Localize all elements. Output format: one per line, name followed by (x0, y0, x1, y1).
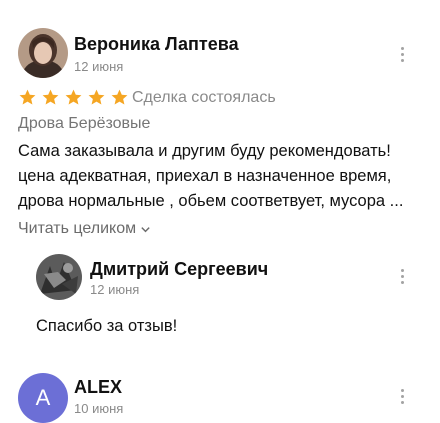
review-date: 12 июня (74, 59, 124, 74)
reply-date: 12 июня (90, 282, 140, 297)
reply-avatar[interactable] (36, 254, 82, 300)
star-icon (88, 89, 105, 105)
star-icon (19, 89, 36, 105)
avatar-photo (18, 28, 68, 78)
review-text-line: Сама заказывала и другим буду рекомендов… (18, 142, 391, 160)
read-more-label: Читать целиком (18, 220, 137, 237)
avatar[interactable] (18, 28, 68, 78)
star-icon (111, 89, 128, 105)
chevron-down-icon (141, 226, 150, 232)
avatar[interactable]: A (18, 373, 68, 423)
deal-status: Сделка состоялась (132, 89, 276, 106)
review-text-line: дрова нормальные , обьем соответвует, му… (18, 192, 404, 210)
review-more-menu-icon[interactable] (392, 386, 412, 406)
read-more-link[interactable]: Читать целиком (18, 220, 151, 238)
review-author-name[interactable]: Вероника Лаптева (74, 34, 239, 55)
review-text: Сама заказывала и другим буду рекомендов… (18, 139, 423, 214)
star-icon (65, 89, 82, 105)
review-text-line: цена адекватная, приехал в назначенное в… (18, 167, 392, 185)
avatar-photo (36, 254, 82, 300)
product-name: Дрова Берёзовые (18, 115, 151, 132)
rating-stars (18, 88, 129, 107)
reply-text: Спасибо за отзыв! (36, 317, 178, 335)
review-date: 10 июня (74, 401, 124, 416)
reply-more-menu-icon[interactable] (392, 266, 412, 286)
avatar-letter: A (35, 385, 51, 410)
star-icon (42, 89, 59, 105)
reply-author-name[interactable]: Дмитрий Сергеевич (90, 259, 268, 280)
review-more-menu-icon[interactable] (392, 44, 412, 64)
review-author-name[interactable]: ALEX (74, 377, 122, 398)
